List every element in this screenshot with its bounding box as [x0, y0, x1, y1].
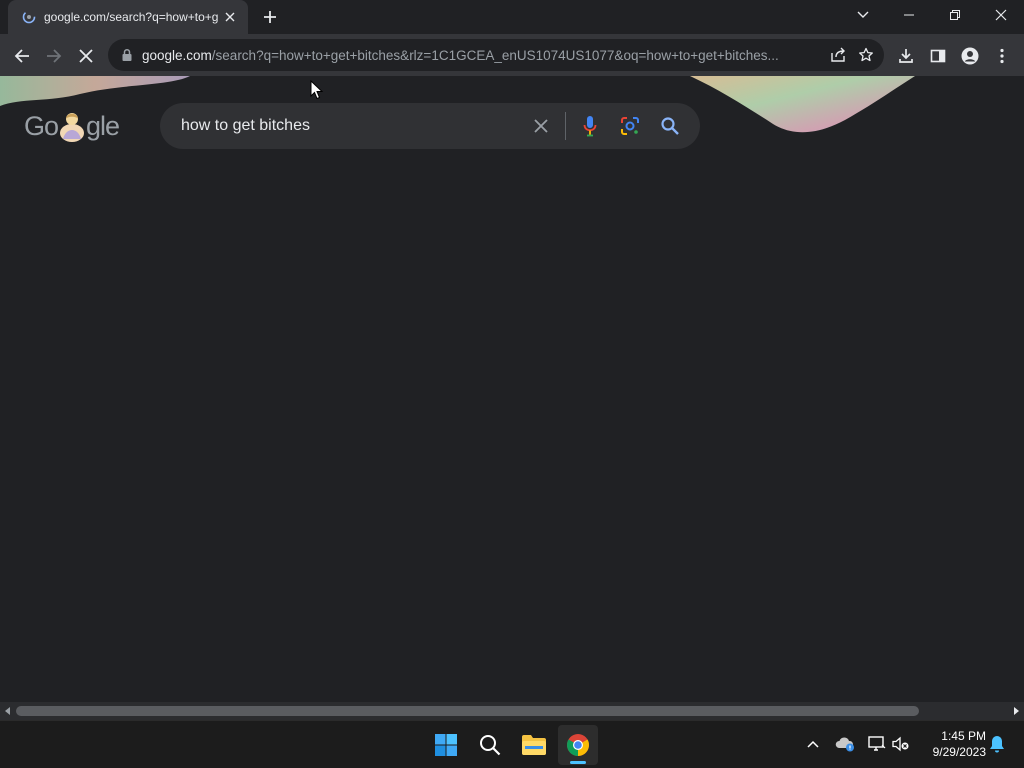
- chevron-up-icon: [807, 740, 819, 748]
- scroll-left-arrow-icon[interactable]: [2, 705, 14, 717]
- profile-icon: [961, 47, 979, 65]
- show-hidden-icons-button[interactable]: [802, 733, 824, 755]
- scrollbar-thumb[interactable]: [16, 706, 919, 716]
- downloads-button[interactable]: [892, 42, 920, 70]
- arrow-left-icon: [14, 49, 29, 63]
- back-button[interactable]: [8, 42, 36, 70]
- logo-text-start: Go: [24, 110, 59, 141]
- restore-button[interactable]: [932, 0, 978, 30]
- chevron-down-icon: [857, 11, 869, 18]
- google-doodle-logo[interactable]: Go gle: [24, 106, 120, 146]
- address-path: /search?q=how+to+get+bitches&rlz=1C1GCEA…: [211, 47, 779, 63]
- active-app-indicator: [570, 761, 586, 764]
- onedrive-tray-button[interactable]: [834, 733, 856, 755]
- plus-icon: [264, 11, 276, 23]
- camera-lens-icon: [621, 117, 639, 135]
- side-panel-icon: [930, 49, 946, 63]
- cloud-icon: [835, 737, 854, 752]
- microphone-icon: [583, 116, 597, 137]
- lock-icon[interactable]: [120, 48, 134, 62]
- windows-taskbar: 1:45 PM 9/29/2023: [0, 720, 1024, 768]
- new-tab-button[interactable]: [258, 5, 282, 29]
- tab-title: google.com/search?q=how+to+get+bitches: [44, 10, 218, 24]
- volume-tray-button[interactable]: [890, 733, 912, 755]
- download-icon: [899, 49, 913, 63]
- loading-favicon-icon: [22, 10, 36, 24]
- address-host: google.com: [142, 47, 212, 63]
- horizontal-scrollbar[interactable]: [0, 702, 1024, 720]
- address-url[interactable]: google.com/search?q=how+to+get+bitches&r…: [142, 48, 824, 63]
- close-window-button[interactable]: [978, 0, 1024, 30]
- taskbar-search-button[interactable]: [470, 725, 510, 765]
- tab-close-icon[interactable]: [222, 9, 238, 25]
- start-button[interactable]: [426, 725, 466, 765]
- folder-icon: [522, 735, 546, 755]
- clock-date: 9/29/2023: [932, 745, 986, 759]
- profile-button[interactable]: [956, 42, 984, 70]
- share-button[interactable]: [824, 41, 852, 69]
- arrow-right-icon: [47, 49, 62, 63]
- scroll-right-arrow-icon[interactable]: [1010, 705, 1022, 717]
- network-icon: [868, 736, 886, 751]
- kebab-menu-icon: [1000, 48, 1004, 64]
- restore-icon: [950, 10, 960, 20]
- bell-icon: [990, 736, 1004, 753]
- file-explorer-button[interactable]: [514, 725, 554, 765]
- logo-text-end: gle: [86, 110, 120, 141]
- share-icon: [831, 47, 845, 62]
- forward-button[interactable]: [40, 42, 68, 70]
- star-icon: [859, 47, 873, 62]
- chrome-taskbar-button[interactable]: [558, 725, 598, 765]
- chrome-icon: [567, 734, 589, 756]
- tab-active[interactable]: google.com/search?q=how+to+get+bitches: [8, 0, 248, 34]
- voice-search-button[interactable]: [570, 106, 610, 146]
- doodle-figure-icon: [60, 113, 85, 142]
- clock-time: 1:45 PM: [941, 729, 986, 743]
- minimize-button[interactable]: [886, 0, 932, 30]
- stop-icon: [79, 49, 93, 63]
- menu-button[interactable]: [988, 42, 1016, 70]
- browser-titlebar: google.com/search?q=how+to+get+bitches: [0, 0, 1024, 34]
- side-panel-button[interactable]: [924, 42, 952, 70]
- search-divider: [565, 112, 566, 140]
- page-content: Go gle how to get bitches: [0, 76, 1024, 702]
- windows-logo-icon: [435, 734, 457, 756]
- search-box[interactable]: how to get bitches: [160, 103, 700, 149]
- lens-search-button[interactable]: [610, 106, 650, 146]
- close-icon: [995, 9, 1007, 21]
- network-tray-button[interactable]: [866, 733, 888, 755]
- browser-toolbar: google.com/search?q=how+to+get+bitches&r…: [0, 34, 1024, 76]
- search-submit-button[interactable]: [650, 106, 690, 146]
- minimize-icon: [904, 14, 914, 16]
- clear-search-button[interactable]: [521, 106, 561, 146]
- address-bar[interactable]: google.com/search?q=how+to+get+bitches&r…: [108, 39, 884, 71]
- mouse-cursor-icon: [310, 80, 324, 100]
- notifications-button[interactable]: [986, 733, 1008, 755]
- volume-muted-icon: [892, 736, 909, 752]
- system-clock[interactable]: 1:45 PM 9/29/2023: [920, 728, 986, 760]
- stop-loading-button[interactable]: [72, 42, 100, 70]
- close-icon: [534, 119, 548, 133]
- search-icon: [480, 735, 501, 756]
- bookmark-button[interactable]: [852, 41, 880, 69]
- search-icon: [661, 117, 679, 135]
- tab-search-button[interactable]: [840, 0, 886, 30]
- search-input[interactable]: how to get bitches: [181, 117, 521, 135]
